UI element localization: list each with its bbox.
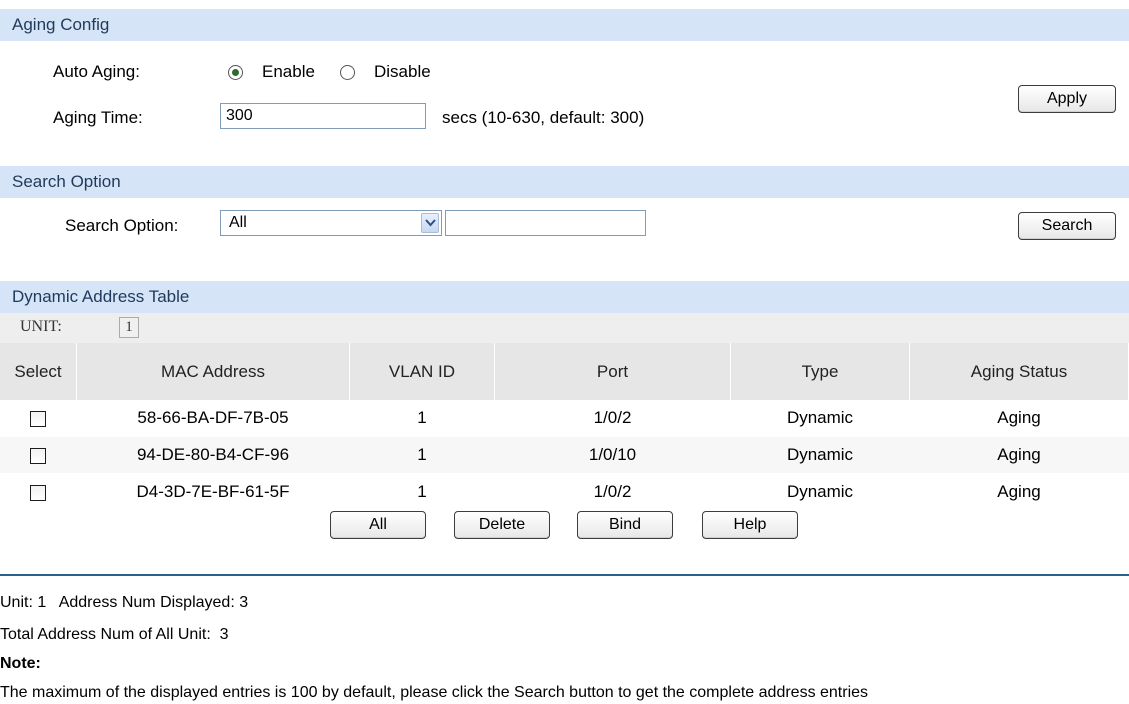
aging-time-input[interactable] xyxy=(220,103,426,129)
enable-radio[interactable] xyxy=(228,65,243,80)
row-select-checkbox[interactable] xyxy=(30,484,47,501)
apply-button[interactable]: Apply xyxy=(1018,85,1116,113)
aging-status-cell: Aging xyxy=(909,436,1129,474)
mac-address-cell: 58-66-BA-DF-7B-05 xyxy=(76,400,350,437)
mac-address-cell: D4-3D-7E-BF-61-5F xyxy=(76,473,350,511)
disable-radio[interactable] xyxy=(340,65,355,80)
port-cell: 1/0/2 xyxy=(494,400,731,437)
unit-address-count: Unit: 1 Address Num Displayed: 3 xyxy=(0,594,249,611)
disable-radio-label[interactable]: Disable xyxy=(374,62,431,82)
table-row: 58-66-BA-DF-7B-05 1 1/0/2 Dynamic Aging xyxy=(0,400,1129,437)
bind-button[interactable]: Bind xyxy=(577,511,673,539)
column-header-aging-status: Aging Status xyxy=(909,343,1129,400)
footer-divider xyxy=(0,574,1129,576)
column-header-type: Type xyxy=(730,343,910,400)
auto-aging-label: Auto Aging: xyxy=(53,62,140,81)
port-cell: 1/0/2 xyxy=(494,473,731,511)
vlan-id-cell: 1 xyxy=(349,436,495,474)
row-select-checkbox[interactable] xyxy=(30,447,47,464)
column-header-mac: MAC Address xyxy=(76,343,350,400)
note-text: The maximum of the displayed entries is … xyxy=(0,684,869,701)
column-header-vlan: VLAN ID xyxy=(349,343,495,400)
row-select-checkbox[interactable] xyxy=(30,410,47,427)
type-cell: Dynamic xyxy=(730,436,910,474)
search-button[interactable]: Search xyxy=(1018,212,1116,240)
aging-status-cell: Aging xyxy=(909,400,1129,437)
table-row: 94-DE-80-B4-CF-96 1 1/0/10 Dynamic Aging xyxy=(0,436,1129,474)
type-cell: Dynamic xyxy=(730,400,910,437)
column-header-port: Port xyxy=(494,343,731,400)
unit-row: UNIT: 1 xyxy=(0,313,1129,343)
note-title: Note: xyxy=(0,655,41,672)
search-option-header: Search Option xyxy=(0,166,1129,198)
unit-tab-1[interactable]: 1 xyxy=(119,317,139,338)
mac-address-cell: 94-DE-80-B4-CF-96 xyxy=(76,436,350,474)
aging-status-cell: Aging xyxy=(909,473,1129,511)
help-button[interactable]: Help xyxy=(702,511,798,539)
delete-button[interactable]: Delete xyxy=(454,511,550,539)
address-table: Select MAC Address VLAN ID Port Type Agi… xyxy=(0,343,1129,511)
search-option-label: Search Option: xyxy=(65,216,179,235)
aging-config-header: Aging Config xyxy=(0,9,1129,41)
chevron-down-icon[interactable] xyxy=(421,213,439,233)
table-row: D4-3D-7E-BF-61-5F 1 1/0/2 Dynamic Aging xyxy=(0,473,1129,511)
total-address-count: Total Address Num of All Unit: 3 xyxy=(0,626,229,643)
vlan-id-cell: 1 xyxy=(349,473,495,511)
dynamic-address-table-header: Dynamic Address Table xyxy=(0,281,1129,313)
unit-label: UNIT: xyxy=(20,318,62,335)
search-option-select[interactable]: All xyxy=(220,210,442,236)
column-header-select: Select xyxy=(0,343,77,400)
enable-radio-label[interactable]: Enable xyxy=(262,62,315,82)
aging-time-hint: secs (10-630, default: 300) xyxy=(442,108,645,127)
vlan-id-cell: 1 xyxy=(349,400,495,437)
select-all-button[interactable]: All xyxy=(330,511,426,539)
port-cell: 1/0/10 xyxy=(494,436,731,474)
search-option-selected: All xyxy=(229,214,247,231)
type-cell: Dynamic xyxy=(730,473,910,511)
aging-time-label: Aging Time: xyxy=(53,108,143,127)
search-value-input[interactable] xyxy=(445,210,646,236)
